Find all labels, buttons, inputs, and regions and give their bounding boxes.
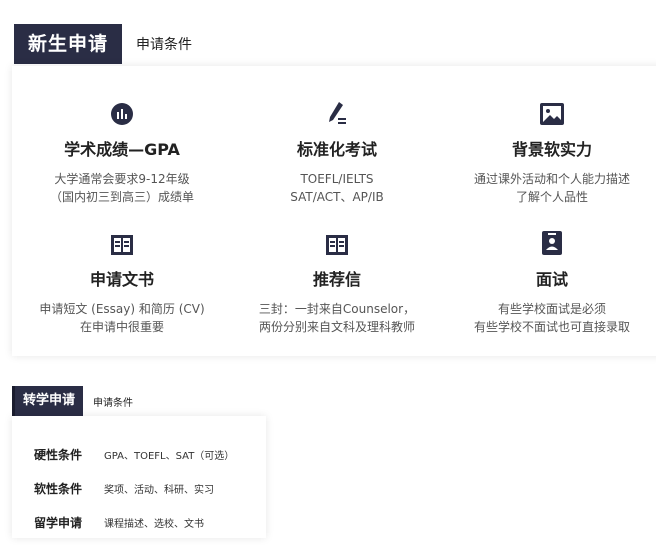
transfer-header: 转学申请 申请条件 <box>12 386 133 416</box>
pen-icon <box>237 98 437 126</box>
row-value: 奖项、活动、科研、实习 <box>104 485 214 496</box>
item-desc: 通过课外活动和个人能力描述 了解个人品性 <box>473 172 630 204</box>
row-key: 留学申请 <box>34 516 83 530</box>
transfer-title: 转学申请 <box>12 386 84 416</box>
item-heading: 学术成绩—GPA <box>64 140 180 159</box>
new-student-header: 新生申请 申请条件 <box>14 24 192 64</box>
item-desc: 大学通常会要求9-12年级 （国内初三到高三）成绩单 <box>49 172 194 204</box>
item-tests: 标准化考试 TOEFL/IELTS SAT/ACT、AP/IB <box>237 98 437 206</box>
item-gpa: 学术成绩—GPA 大学通常会要求9-12年级 （国内初三到高三）成绩单 <box>22 98 222 206</box>
list-item: 软性条件 奖项、活动、科研、实习 <box>34 480 214 497</box>
row-key: 硬性条件 <box>34 448 83 462</box>
row-value: 课程描述、选校、文书 <box>104 519 204 530</box>
transfer-subtitle: 申请条件 <box>93 397 134 409</box>
item-interview: 面试 有些学校面试是必须 有些学校不面试也可直接录取 <box>452 228 652 336</box>
item-heading: 背景软实力 <box>511 140 592 159</box>
book-icon <box>237 228 437 256</box>
new-student-card: 学术成绩—GPA 大学通常会要求9-12年级 （国内初三到高三）成绩单 标准化考… <box>12 66 656 356</box>
list-item: 留学申请 课程描述、选校、文书 <box>34 514 204 531</box>
item-heading: 推荐信 <box>312 270 361 289</box>
list-item: 硬性条件 GPA、TOEFL、SAT（可选） <box>34 446 234 463</box>
row-value: GPA、TOEFL、SAT（可选） <box>104 451 235 462</box>
item-soft-skills: 背景软实力 通过课外活动和个人能力描述 了解个人品性 <box>452 98 652 206</box>
item-recommendation: 推荐信 三封：一封来自Counselor， 两份分别来自文科及理科教师 <box>237 228 437 336</box>
image-icon <box>452 98 652 126</box>
item-heading: 申请文书 <box>89 270 154 289</box>
item-desc: 有些学校面试是必须 有些学校不面试也可直接录取 <box>473 302 630 334</box>
new-student-title: 新生申请 <box>18 24 123 64</box>
row-key: 软性条件 <box>34 482 83 496</box>
chart-icon <box>22 98 222 126</box>
id-badge-icon <box>452 228 652 256</box>
transfer-card: 硬性条件 GPA、TOEFL、SAT（可选） 软性条件 奖项、活动、科研、实习 … <box>12 416 266 538</box>
book-icon <box>22 228 222 256</box>
item-desc: TOEFL/IELTS SAT/ACT、AP/IB <box>290 172 384 204</box>
item-heading: 标准化考试 <box>296 140 377 159</box>
item-essays: 申请文书 申请短文 (Essay) 和简历 (CV) 在申请中很重要 <box>22 228 222 336</box>
new-student-subtitle: 申请条件 <box>136 37 193 53</box>
item-desc: 三封：一封来自Counselor， 两份分别来自文科及理科教师 <box>258 302 416 334</box>
item-desc: 申请短文 (Essay) 和简历 (CV) 在申请中很重要 <box>39 302 205 334</box>
item-heading: 面试 <box>535 270 568 289</box>
